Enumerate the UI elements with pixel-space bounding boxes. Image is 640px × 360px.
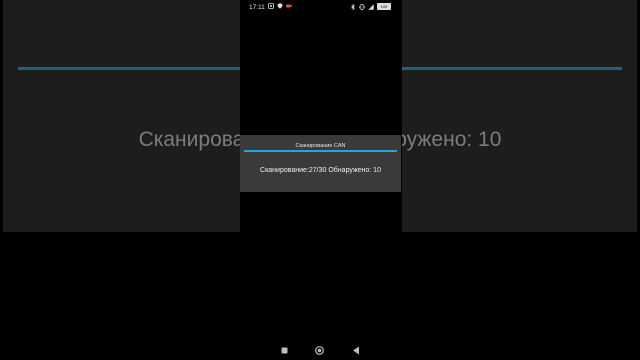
- home-icon[interactable]: [315, 346, 324, 355]
- back-icon[interactable]: [352, 346, 360, 355]
- battery-icon: 100: [377, 3, 391, 10]
- dialog-divider: [244, 150, 397, 152]
- shield-icon: [277, 3, 283, 9]
- phone-screen: 17:11 100 Сканирование CAN Сканирование:…: [240, 0, 401, 360]
- signal-icon: [368, 3, 374, 10]
- status-bar: 17:11 100: [240, 0, 401, 16]
- screen-recording-frame: Сканирование:27/30 Обнаружено: 10 Сканир…: [0, 0, 640, 360]
- notification-icon: [268, 3, 274, 9]
- dialog-message: Сканирование:27/30 Обнаружено: 10: [260, 167, 381, 174]
- background-panel-left: Сканирование:27/30 Обнаружено: 10: [3, 0, 240, 232]
- dialog-title: Сканирование CAN: [295, 143, 346, 149]
- vibrate-icon: [359, 3, 365, 10]
- recents-icon[interactable]: [281, 347, 288, 354]
- background-divider: [402, 67, 622, 70]
- video-icon: [286, 4, 292, 8]
- background-text: Сканирование:27/30 Обнаружено: 10: [138, 128, 240, 151]
- background-panel-right: Сканирование:27/30 Обнаружено: 10: [402, 0, 637, 232]
- navigation-bar: [240, 340, 401, 360]
- scan-progress-dialog: Сканирование CAN Сканирование:27/30 Обна…: [240, 135, 401, 192]
- bluetooth-icon: [351, 3, 355, 10]
- background-text: Сканирование:27/30 Обнаружено: 10: [402, 128, 502, 151]
- background-divider: [18, 67, 240, 70]
- status-time: 17:11: [249, 4, 265, 11]
